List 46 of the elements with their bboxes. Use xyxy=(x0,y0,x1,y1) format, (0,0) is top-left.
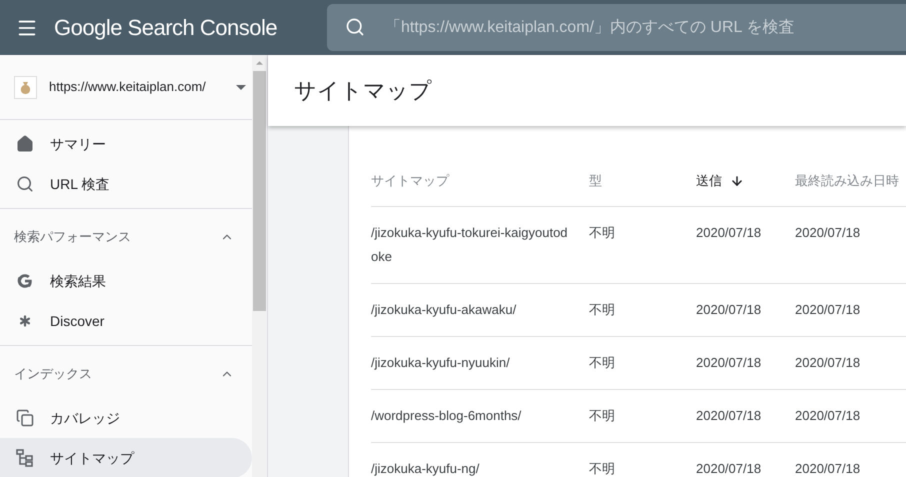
search-icon xyxy=(16,175,34,193)
table-cell-text: /jizokuka-kyufu-akawaku/ xyxy=(371,301,518,319)
section-header[interactable]: インデックス xyxy=(0,350,252,398)
table-cell-text: 2020/07/18 xyxy=(696,407,762,425)
table-cell-text: 2020/07/18 xyxy=(795,354,862,372)
scrollbar[interactable] xyxy=(252,55,267,477)
table-cell-text: 不明 xyxy=(589,354,616,372)
table-cell-text: 不明 xyxy=(589,224,616,242)
nav-item[interactable]: サイトマップ xyxy=(0,438,252,477)
google-g-icon xyxy=(16,272,34,290)
column-header[interactable]: サイトマップ xyxy=(371,170,581,190)
nav-item[interactable]: URL 検査 xyxy=(0,164,252,204)
column-header[interactable]: 型 xyxy=(589,170,696,190)
column-header[interactable]: 最終読み込み日時 xyxy=(795,170,906,190)
table-cell-text: 2020/07/18 xyxy=(795,407,862,425)
table-cell-text: 2020/07/18 xyxy=(696,301,762,319)
table-cell-text: /jizokuka-kyufu-tokurei-kaigyoutodoke xyxy=(371,224,569,266)
table-cell-text: 2020/07/18 xyxy=(696,460,762,477)
table-cell-text: /jizokuka-kyufu-ng/ xyxy=(371,460,480,477)
search-field[interactable]: 「https://www.keitaiplan.com/」内のすべての URL を検査 xyxy=(327,4,906,51)
table-cell-text: 2020/07/18 xyxy=(696,354,762,372)
table-cell-text: /wordpress-blog-6months/ xyxy=(371,407,522,425)
dropdown-caret-icon xyxy=(236,84,246,90)
nav-item[interactable]: Discover xyxy=(0,301,252,341)
scroll-up-arrow-icon[interactable] xyxy=(256,61,264,65)
table-cell-text: 2020/07/18 xyxy=(795,301,862,319)
nav-item[interactable]: 検索結果 xyxy=(0,261,252,301)
property-selector[interactable]: https://www.keitaiplan.com/ xyxy=(49,77,252,97)
table-cell-text: 2020/07/18 xyxy=(795,224,862,242)
table-cell-text: 2020/07/18 xyxy=(696,224,762,242)
table-cell-text: 不明 xyxy=(589,407,616,425)
page-title: サイトマップ xyxy=(294,77,432,105)
table-cell-text: 不明 xyxy=(589,460,616,477)
search-icon xyxy=(345,17,365,37)
table-cell-text: 2020/07/18 xyxy=(795,460,862,477)
pages-icon xyxy=(16,409,34,427)
table-cell-text: /jizokuka-kyufu-nyuukin/ xyxy=(371,354,511,372)
app-title: Google Search Console xyxy=(54,14,278,42)
table-cell-text: 不明 xyxy=(589,301,616,319)
nav-item[interactable]: カバレッジ xyxy=(0,398,252,438)
home-icon xyxy=(16,135,34,153)
section-header[interactable]: 検索パフォーマンス xyxy=(0,213,252,261)
column-header[interactable]: 送信 xyxy=(696,170,795,190)
nav-item[interactable]: サマリー xyxy=(0,124,252,164)
sitemap-icon xyxy=(16,449,34,467)
money-bag-icon xyxy=(14,76,37,98)
